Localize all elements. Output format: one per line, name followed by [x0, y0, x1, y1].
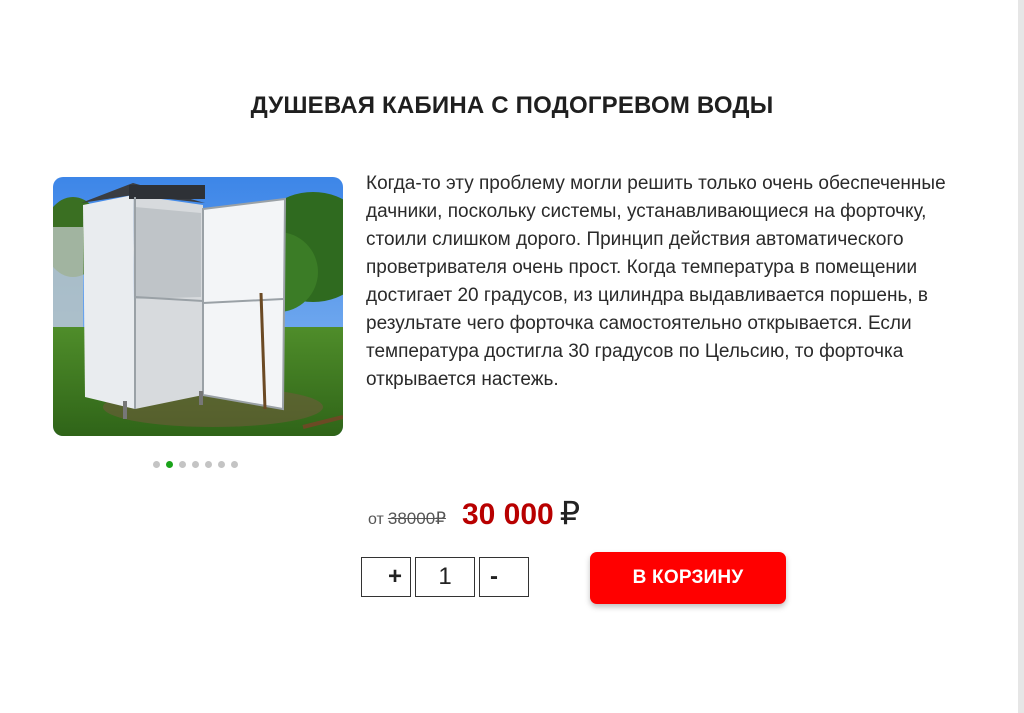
product-photo[interactable]: [53, 177, 343, 436]
quantity-input[interactable]: 1: [415, 557, 475, 597]
current-price: 30 000: [461, 498, 554, 531]
gallery-dot[interactable]: [153, 461, 160, 468]
quantity-decrease-button[interactable]: -: [479, 557, 529, 597]
gallery-dot[interactable]: [218, 461, 225, 468]
gallery-pagination: [153, 461, 238, 468]
page-title: ДУШЕВАЯ КАБИНА С ПОДОГРЕВОМ ВОДЫ: [250, 92, 774, 119]
gallery-dot[interactable]: [205, 461, 212, 468]
product-description: Когда-то эту проблему могли решить тольк…: [366, 173, 946, 390]
price-from-label: от: [368, 511, 384, 528]
gallery-dot[interactable]: [231, 461, 238, 468]
gallery-dot[interactable]: [179, 461, 186, 468]
price-block: от 38000₽ 30 000 ₽: [368, 494, 580, 534]
quantity-stepper: + 1 -: [361, 557, 529, 597]
plus-icon: +: [387, 563, 402, 590]
shower-cabin-image: [53, 177, 343, 436]
old-price: 38000₽: [387, 509, 446, 528]
gallery-dot-active[interactable]: [166, 461, 173, 468]
add-to-cart-button[interactable]: В КОРЗИНУ: [590, 552, 786, 604]
gallery-dot[interactable]: [192, 461, 199, 468]
minus-icon: -: [490, 563, 498, 590]
currency-symbol: ₽: [559, 495, 581, 531]
quantity-increase-button[interactable]: +: [361, 557, 411, 597]
